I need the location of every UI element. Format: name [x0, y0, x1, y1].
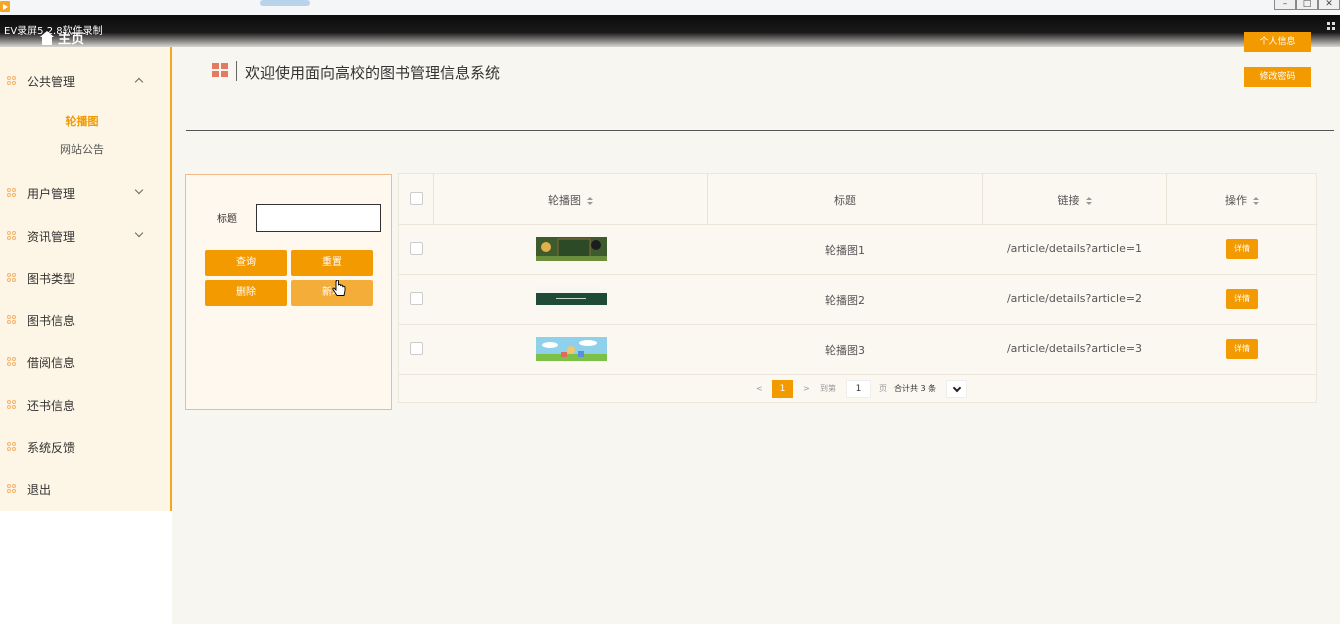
window-title-bar: – □ ✕ — [0, 0, 1340, 15]
query-button[interactable]: 查询 — [205, 250, 287, 276]
dashboard-grid-icon — [212, 63, 228, 77]
column-header-link[interactable]: 链接 — [983, 192, 1166, 208]
chevron-up-icon — [134, 77, 144, 87]
sidebar-item-book-info[interactable]: 图书信息 — [0, 310, 170, 330]
sidebar-item-public-management[interactable]: 公共管理 — [0, 71, 170, 91]
sidebar-item-label: 公共管理 — [27, 74, 76, 89]
row-title: 轮播图1 — [825, 244, 865, 257]
carousel-thumbnail — [536, 237, 607, 261]
row-divider — [399, 374, 1317, 375]
row-divider — [399, 324, 1317, 325]
row-checkbox[interactable] — [410, 342, 423, 355]
prev-page-button[interactable]: < — [756, 380, 763, 398]
column-header-label: 标题 — [834, 194, 856, 207]
sidebar-item-label: 图书信息 — [27, 313, 76, 328]
column-header-image[interactable]: 轮播图 — [434, 192, 707, 208]
flower-icon — [7, 357, 17, 367]
flower-icon — [7, 315, 17, 325]
sidebar-item-book-type[interactable]: 图书类型 — [0, 268, 170, 288]
sidebar-item-logout[interactable]: 退出 — [0, 479, 170, 499]
goto-label: 到第 — [820, 384, 836, 393]
row-divider — [399, 274, 1317, 275]
flower-icon — [7, 231, 17, 241]
total-count: 合计共 3 条 — [894, 384, 937, 393]
home-label: 主页 — [58, 32, 85, 47]
column-header-action[interactable]: 操作 — [1167, 192, 1317, 208]
grid-menu-icon[interactable] — [1327, 22, 1337, 32]
close-icon[interactable]: ✕ — [1318, 0, 1340, 10]
reset-button[interactable]: 重置 — [291, 250, 373, 276]
page-title: 欢迎使用面向高校的图书管理信息系统 — [245, 64, 501, 82]
carousel-thumbnail — [536, 337, 607, 361]
change-password-button[interactable]: 修改密码 — [1244, 67, 1311, 87]
flower-icon — [7, 273, 17, 283]
flower-icon — [7, 484, 17, 494]
title-filter-label: 标题 — [217, 214, 237, 225]
header-divider — [186, 130, 1334, 131]
goto-page-input[interactable]: 1 — [846, 380, 871, 398]
home-icon — [40, 30, 54, 45]
row-link: /article/details?article=2 — [1006, 292, 1143, 305]
row-title: 轮播图3 — [825, 344, 865, 357]
sort-icon — [1085, 197, 1092, 205]
carousel-thumbnail — [536, 287, 607, 311]
sidebar-subitem-carousel[interactable]: 轮播图 — [0, 113, 164, 129]
sidebar-item-borrow-info[interactable]: 借阅信息 — [0, 352, 170, 372]
maximize-icon[interactable]: □ — [1296, 0, 1318, 10]
sidebar-item-news-management[interactable]: 资讯管理 — [0, 226, 170, 246]
title-filter-input[interactable] — [256, 204, 381, 232]
page-size-select[interactable] — [946, 380, 967, 398]
chevron-down-icon — [134, 185, 144, 195]
detail-button[interactable]: 详情 — [1226, 239, 1258, 259]
flower-icon — [7, 76, 17, 86]
row-divider — [399, 224, 1317, 225]
title-divider — [236, 61, 237, 81]
column-header-label: 轮播图 — [548, 194, 581, 207]
recorder-app-icon — [0, 1, 10, 12]
sort-icon — [1253, 197, 1259, 205]
sidebar-item-label: 资讯管理 — [27, 229, 76, 244]
delete-button[interactable]: 删除 — [205, 280, 287, 306]
sidebar-item-feedback[interactable]: 系统反馈 — [0, 437, 170, 457]
minimize-icon[interactable]: – — [1274, 0, 1296, 10]
column-header-label: 链接 — [1057, 194, 1080, 207]
window-controls: – □ ✕ — [1274, 0, 1340, 10]
sidebar-item-label: 用户管理 — [27, 186, 76, 201]
profile-button[interactable]: 个人信息 — [1244, 32, 1311, 52]
flower-icon — [7, 442, 17, 452]
flower-icon — [7, 188, 17, 198]
detail-button[interactable]: 详情 — [1226, 289, 1258, 309]
hand-cursor-icon — [332, 280, 346, 296]
sidebar-item-return-info[interactable]: 还书信息 — [0, 395, 170, 415]
home-link[interactable]: 主页 — [40, 28, 84, 47]
next-page-button[interactable]: > — [803, 380, 810, 398]
row-link: /article/details?article=1 — [1006, 242, 1143, 255]
detail-button[interactable]: 详情 — [1226, 339, 1258, 359]
sidebar-footer-area — [0, 511, 172, 624]
flower-icon — [7, 400, 17, 410]
row-checkbox[interactable] — [410, 242, 423, 255]
row-title: 轮播图2 — [825, 294, 865, 307]
row-checkbox[interactable] — [410, 292, 423, 305]
current-page-button[interactable]: 1 — [772, 380, 793, 398]
row-link: /article/details?article=3 — [1006, 342, 1143, 355]
sidebar-item-user-management[interactable]: 用户管理 — [0, 183, 170, 203]
chevron-down-icon — [134, 228, 144, 238]
blurred-tab — [260, 0, 310, 6]
top-bar — [0, 15, 1340, 47]
sidebar-item-label: 图书类型 — [27, 271, 76, 286]
select-all-checkbox[interactable] — [410, 192, 423, 205]
column-header-label: 操作 — [1225, 194, 1247, 207]
sidebar-item-label: 还书信息 — [27, 398, 76, 413]
page-unit-label: 页 — [879, 384, 887, 393]
sidebar-subitem-announcement[interactable]: 网站公告 — [0, 141, 164, 157]
sidebar-item-label: 退出 — [27, 482, 52, 497]
sidebar-item-label: 借阅信息 — [27, 355, 76, 370]
column-header-title: 标题 — [708, 192, 982, 208]
sidebar-item-label: 系统反馈 — [27, 440, 76, 455]
sort-icon — [587, 197, 593, 205]
